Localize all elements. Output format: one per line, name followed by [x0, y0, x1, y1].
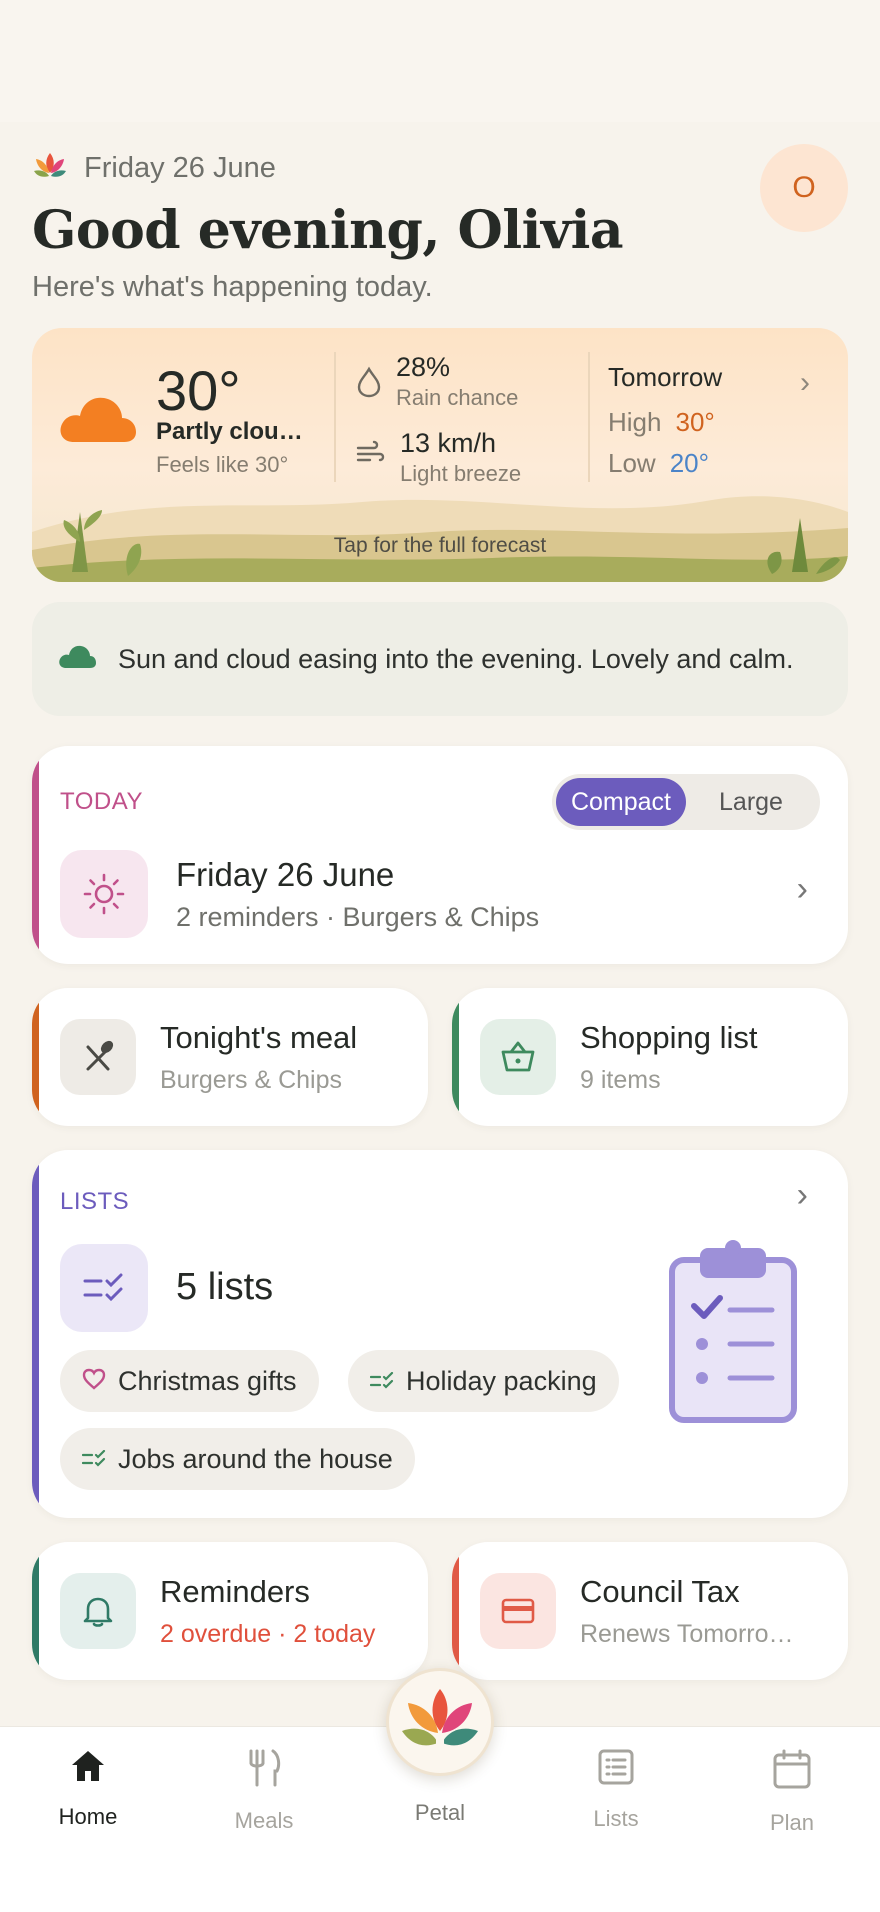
tonights-meal-card[interactable]: Tonight's meal Burgers & Chips: [32, 988, 428, 1126]
nav-lists[interactable]: Lists: [556, 1749, 676, 1832]
chevron-right-icon[interactable]: ›: [800, 366, 810, 400]
accent-stripe: [32, 988, 39, 1126]
accent-stripe: [452, 1542, 459, 1680]
bell-icon: [60, 1573, 136, 1649]
accent-stripe: [32, 1150, 39, 1518]
heart-icon: [82, 1366, 106, 1397]
nav-petal-label: Petal: [414, 1800, 466, 1825]
reminders-card[interactable]: Reminders 2 overdue · 2 today: [32, 1542, 428, 1680]
accent-stripe: [452, 988, 459, 1126]
chevron-right-icon[interactable]: ›: [797, 1176, 808, 1215]
reminders-title: Reminders: [160, 1574, 310, 1609]
avatar[interactable]: O: [760, 144, 848, 232]
nav-plan-label: Plan: [769, 1810, 815, 1835]
petal-assistant-button[interactable]: [386, 1668, 494, 1776]
high-label: High: [608, 407, 662, 437]
accent-stripe: [32, 746, 39, 964]
chip-label: Christmas gifts: [118, 1365, 297, 1396]
chevron-right-icon[interactable]: ›: [797, 870, 808, 909]
today-title: Friday 26 June: [176, 856, 395, 893]
calendar-icon: [773, 1749, 811, 1794]
list-chip-holiday-packing[interactable]: Holiday packing: [348, 1350, 619, 1412]
shopping-title: Shopping list: [580, 1020, 758, 1055]
shopping-list-card[interactable]: Shopping list 9 items: [452, 988, 848, 1126]
header-date: Friday 26 June: [84, 151, 276, 184]
nav-lists-label: Lists: [593, 1806, 639, 1831]
tomorrow-title: Tomorrow: [608, 362, 723, 392]
rain-value: 28%: [396, 352, 451, 382]
wind-value: 13 km/h: [400, 428, 497, 458]
divider: [334, 352, 336, 482]
nav-meals-label: Meals: [234, 1808, 294, 1833]
list-chip-jobs-around-the-house[interactable]: Jobs around the house: [60, 1428, 415, 1490]
list-chip-christmas-gifts[interactable]: Christmas gifts: [60, 1350, 319, 1412]
weather-card[interactable]: 30° Partly clou… Feels like 30° 28% Rain…: [32, 328, 848, 582]
petal-logo-icon: [400, 1687, 480, 1758]
wind-stat: 13 km/h Light breeze: [356, 428, 521, 487]
today-subtitle: 2 reminders · Burgers & Chips: [176, 902, 540, 932]
wind-label: Light breeze: [400, 461, 522, 486]
sun-icon: [60, 850, 148, 938]
cloud-icon: [58, 644, 96, 675]
meal-title: Tonight's meal: [160, 1020, 358, 1055]
lists-count: 5 lists: [176, 1266, 274, 1308]
wind-icon: [356, 440, 386, 471]
greeting-subtitle: Here's what's happening today.: [32, 271, 433, 303]
view-toggle: Compact Large: [552, 774, 820, 830]
nav-plan[interactable]: Plan: [732, 1749, 852, 1836]
raindrop-icon: [356, 366, 382, 403]
tomorrow-low: Low 20°: [608, 448, 828, 479]
feels-like: Feels like 30°: [156, 452, 289, 477]
tomorrow-forecast: Tomorrow High 30° Low 20°: [608, 362, 828, 479]
cutlery-icon: [60, 1019, 136, 1095]
date-row: Friday 26 June: [32, 148, 848, 188]
clipboard-illustration-icon: [668, 1240, 798, 1429]
shopping-subtitle: 9 items: [580, 1066, 661, 1094]
fork-knife-icon: [245, 1749, 283, 1792]
header: Friday 26 June Good evening, Olivia Here…: [32, 144, 848, 304]
council-tax-title: Council Tax: [580, 1574, 740, 1609]
nav-meals[interactable]: Meals: [204, 1749, 324, 1834]
credit-card-icon: [480, 1573, 556, 1649]
today-card[interactable]: TODAY Compact Large Friday 26 June 2 rem…: [32, 746, 848, 964]
hills-illustration: [32, 496, 848, 582]
compact-view-button[interactable]: Compact: [556, 778, 686, 826]
nav-home-label: Home: [58, 1804, 118, 1829]
reminders-status: 2 overdue · 2 today: [160, 1620, 376, 1648]
list-icon: [598, 1749, 634, 1790]
petal-logo-icon: [32, 151, 68, 186]
weather-summary-text: Sun and cloud easing into the evening. L…: [118, 643, 794, 674]
rain-label: Rain chance: [396, 385, 519, 410]
current-temperature: 30°: [156, 359, 241, 422]
weather-summary: Sun and cloud easing into the evening. L…: [32, 602, 848, 716]
council-tax-card[interactable]: Council Tax Renews Tomorro…: [452, 1542, 848, 1680]
checklist-icon: [81, 1444, 106, 1475]
tomorrow-high: High 30°: [608, 407, 828, 438]
today-eyebrow: TODAY: [60, 788, 143, 815]
meal-subtitle: Burgers & Chips: [160, 1066, 343, 1094]
rain-stat: 28% Rain chance: [356, 352, 518, 411]
chip-label: Jobs around the house: [118, 1443, 393, 1474]
divider: [588, 352, 590, 482]
status-bar: [0, 0, 880, 122]
large-view-button[interactable]: Large: [686, 778, 816, 826]
weather-condition: Partly clou…: [156, 418, 303, 445]
lists-eyebrow: LISTS: [60, 1188, 130, 1215]
low-value: 20°: [669, 448, 710, 478]
checklist-icon: [60, 1244, 148, 1332]
high-value: 30°: [675, 407, 715, 437]
greeting-title: Good evening, Olivia: [32, 200, 624, 261]
forecast-hint: Tap for the full forecast: [333, 534, 547, 557]
accent-stripe: [32, 1542, 39, 1680]
checklist-icon: [369, 1366, 394, 1397]
lists-card[interactable]: LISTS › 5 lists Christmas gifts Holiday …: [32, 1150, 848, 1518]
partly-cloudy-icon: [58, 392, 136, 449]
low-label: Low: [608, 448, 656, 478]
home-icon: [70, 1749, 106, 1788]
basket-icon: [480, 1019, 556, 1095]
nav-home[interactable]: Home: [28, 1749, 148, 1830]
chip-label: Holiday packing: [406, 1365, 597, 1396]
council-tax-subtitle: Renews Tomorro…: [580, 1620, 794, 1648]
